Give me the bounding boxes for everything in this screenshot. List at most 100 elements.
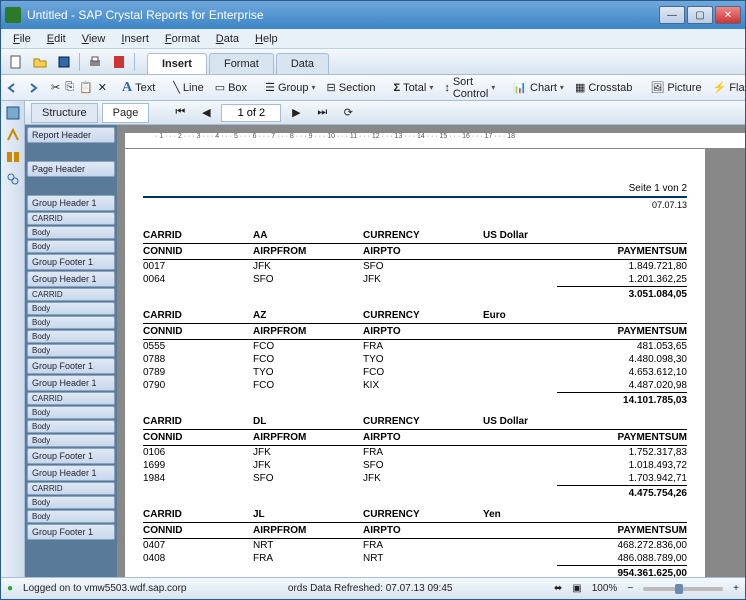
- insert-box[interactable]: ▭ Box: [211, 79, 251, 96]
- outline-row[interactable]: Body: [27, 406, 115, 419]
- center-pane: Structure Page ⏮ ◀ ▶ ⏭ ⟳ Report Header Pa…: [25, 101, 745, 577]
- insert-picture[interactable]: 🖼 Picture: [646, 79, 705, 96]
- insert-sort[interactable]: ↕ Sort Control▾: [440, 74, 499, 102]
- menu-format[interactable]: Format: [157, 31, 208, 47]
- nav-prev-icon[interactable]: ◀: [195, 103, 217, 123]
- export-pdf-button[interactable]: [108, 52, 130, 72]
- print-button[interactable]: [84, 52, 106, 72]
- open-button[interactable]: [29, 52, 51, 72]
- zoom-in-icon[interactable]: +: [733, 583, 739, 594]
- page-navbar: Structure Page ⏮ ◀ ▶ ⏭ ⟳: [25, 101, 745, 125]
- section-outline: Report HeaderPage HeaderGroup Header 1CA…: [25, 125, 117, 577]
- copy-button[interactable]: ⎘: [64, 78, 75, 98]
- outline-row[interactable]: Body: [27, 316, 115, 329]
- insert-total[interactable]: Σ Total▾: [389, 80, 437, 96]
- outline-row[interactable]: Body: [27, 330, 115, 343]
- paste-button[interactable]: 📋: [78, 78, 94, 98]
- menu-data[interactable]: Data: [208, 31, 247, 47]
- side-toolstrip: [1, 101, 25, 577]
- window-title: Untitled - SAP Crystal Reports for Enter…: [27, 8, 659, 22]
- zoom-slider[interactable]: [643, 587, 723, 591]
- outline-row[interactable]: CARRID: [27, 482, 115, 495]
- redo-button[interactable]: [24, 78, 40, 98]
- status-dot: ●: [7, 583, 13, 594]
- outline-row[interactable]: Body: [27, 420, 115, 433]
- toolbar-main: Insert Format Data: [1, 49, 745, 75]
- menu-help[interactable]: Help: [247, 31, 286, 47]
- outline-row[interactable]: Group Header 1: [27, 271, 115, 287]
- statusbar: ● Logged on to vmw5503.wdf.sap.corp ords…: [1, 577, 745, 599]
- outline-row[interactable]: Group Footer 1: [27, 448, 115, 464]
- page-date: 07.07.13: [143, 200, 687, 210]
- window-buttons: — ▢ ✕: [659, 6, 741, 24]
- titlebar: Untitled - SAP Crystal Reports for Enter…: [1, 1, 745, 29]
- outline-row[interactable]: Body: [27, 240, 115, 253]
- detail-row: 0064SFOJFK1.201.362,25: [143, 273, 687, 286]
- cut-button[interactable]: ✂: [50, 78, 61, 98]
- outline-row[interactable]: Body: [27, 510, 115, 523]
- insert-group[interactable]: ☰ Group▾: [261, 79, 319, 96]
- insert-line[interactable]: ╲ Line: [169, 79, 207, 96]
- ribbon-tabs: Insert Format Data: [147, 49, 331, 74]
- outline-row[interactable]: Group Footer 1: [27, 524, 115, 540]
- outline-row[interactable]: Body: [27, 226, 115, 239]
- outline-row[interactable]: Report Header: [27, 127, 115, 143]
- nav-next-icon[interactable]: ▶: [285, 103, 307, 123]
- insert-chart[interactable]: 📊 Chart▾: [509, 79, 568, 96]
- delete-button[interactable]: ✕: [97, 78, 108, 98]
- panel-icon-2[interactable]: [5, 127, 21, 143]
- report-group: CARRIDAZCURRENCYEuroCONNIDAIRPFROMAIRPTO…: [143, 308, 687, 406]
- panel-icon-3[interactable]: [5, 149, 21, 165]
- zoom-value: 100%: [592, 583, 618, 594]
- menu-edit[interactable]: Edit: [39, 31, 74, 47]
- outline-row[interactable]: Body: [27, 344, 115, 357]
- menu-file[interactable]: File: [5, 31, 39, 47]
- report-page: Seite 1 von 2 07.07.13 CARRIDAACURRENCYU…: [125, 149, 705, 577]
- maximize-button[interactable]: ▢: [687, 6, 713, 24]
- group-header-row: CARRIDAZCURRENCYEuro: [143, 308, 687, 324]
- report-group: CARRIDDLCURRENCYUS DollarCONNIDAIRPFROMA…: [143, 414, 687, 499]
- insert-text[interactable]: A Text: [118, 78, 159, 98]
- new-button[interactable]: [5, 52, 27, 72]
- outline-row[interactable]: Body: [27, 496, 115, 509]
- outline-row[interactable]: Group Header 1: [27, 195, 115, 211]
- panel-icon-1[interactable]: [5, 105, 21, 121]
- outline-row[interactable]: CARRID: [27, 212, 115, 225]
- page-number-input[interactable]: [221, 104, 281, 122]
- outline-row[interactable]: Page Header: [27, 161, 115, 177]
- detail-header-row: CONNIDAIRPFROMAIRPTOPAYMENTSUM: [143, 430, 687, 446]
- outline-row[interactable]: Group Footer 1: [27, 358, 115, 374]
- tab-data[interactable]: Data: [276, 53, 329, 74]
- outline-row[interactable]: Body: [27, 434, 115, 447]
- minimize-button[interactable]: —: [659, 6, 685, 24]
- detail-row: 0408FRANRT486.088.789,00: [143, 552, 687, 565]
- nav-last-icon[interactable]: ⏭: [311, 103, 333, 123]
- undo-button[interactable]: [5, 78, 21, 98]
- refresh-icon[interactable]: ⟳: [337, 103, 359, 123]
- zoom-out-icon[interactable]: −: [627, 583, 633, 594]
- outline-row[interactable]: CARRID: [27, 288, 115, 301]
- insert-section[interactable]: ⊟ Section: [323, 79, 380, 96]
- fit-page-icon[interactable]: ▣: [572, 583, 581, 594]
- fit-width-icon[interactable]: ⬌: [554, 583, 562, 594]
- page-viewport[interactable]: · 1 · · · 2 · · · 3 · · · 4 · · · 5 · · …: [117, 125, 745, 577]
- nav-first-icon[interactable]: ⏮: [169, 103, 191, 123]
- outline-row[interactable]: Body: [27, 302, 115, 315]
- tab-insert[interactable]: Insert: [147, 53, 207, 74]
- close-button[interactable]: ✕: [715, 6, 741, 24]
- detail-row: 0555FCOFRA481.053,65: [143, 340, 687, 353]
- outline-row[interactable]: CARRID: [27, 392, 115, 405]
- menu-view[interactable]: View: [74, 31, 114, 47]
- outline-row[interactable]: Group Footer 1: [27, 254, 115, 270]
- outline-row[interactable]: Group Header 1: [27, 375, 115, 391]
- menu-insert[interactable]: Insert: [113, 31, 157, 47]
- detail-row: 1984SFOJFK1.703.942,71: [143, 472, 687, 485]
- save-button[interactable]: [53, 52, 75, 72]
- outline-row[interactable]: Group Header 1: [27, 465, 115, 481]
- insert-crosstab[interactable]: ▦ Crosstab: [571, 79, 636, 96]
- tab-format[interactable]: Format: [209, 53, 274, 74]
- panel-icon-4[interactable]: [5, 171, 21, 187]
- tab-page[interactable]: Page: [102, 103, 150, 123]
- insert-flash[interactable]: ⚡ Flash: [709, 79, 746, 96]
- tab-structure[interactable]: Structure: [31, 103, 98, 123]
